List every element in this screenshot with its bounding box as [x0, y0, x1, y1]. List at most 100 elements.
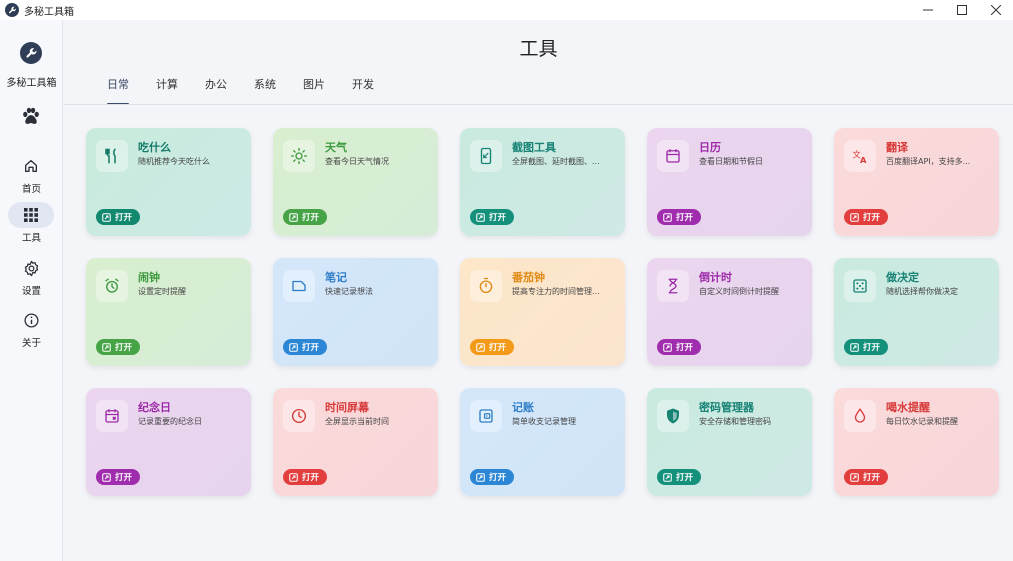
open-button[interactable]: 打开 [96, 469, 141, 485]
open-button[interactable]: 打开 [470, 469, 515, 485]
gear-icon [24, 260, 38, 276]
tool-card-title: 喝水提醒 [886, 401, 930, 414]
app-wrench-icon [5, 3, 19, 17]
tool-card[interactable]: 天气查看今日天气情况打开 [273, 128, 438, 236]
tool-card-title: 做决定 [886, 271, 919, 284]
tool-card[interactable]: 喝水提醒 每日饮水记录和提醒 打开 [834, 388, 999, 496]
svg-text:A: A [860, 155, 867, 165]
hourglass-icon [657, 270, 689, 302]
open-button[interactable]: 打开 [470, 339, 515, 355]
sun-icon [283, 140, 315, 172]
open-external-icon [663, 212, 672, 222]
tool-card[interactable]: 吃什么随机推荐今天吃什么打开 [86, 128, 251, 236]
open-external-icon [663, 342, 672, 352]
open-button[interactable]: 打开 [657, 209, 702, 225]
tool-card[interactable]: 日历 查看日期和节假日 打开 [647, 128, 812, 236]
open-button[interactable]: 打开 [657, 339, 702, 355]
sidebar-item-tools[interactable]: 工具 [0, 202, 63, 246]
tool-card[interactable]: 笔记 快速记录想法 打开 [273, 258, 438, 366]
tool-card[interactable]: 纪念日 记录重要的纪念日 打开 [86, 388, 251, 496]
maximize-button[interactable] [945, 0, 979, 20]
open-external-icon [663, 472, 672, 482]
main-content: 工具 日常 计算 办公 系统 图片 开发 吃什么 随机推荐今天吃什么 打开 天气 查看今… [64, 20, 1013, 561]
tool-card[interactable]: 密码管理器 安全存储和管理密码 打开 [647, 388, 812, 496]
open-button[interactable]: 打开 [283, 339, 328, 355]
tool-card-description: 自定义时间倒计时提醒 [699, 287, 779, 296]
screenshot-icon [470, 140, 502, 172]
open-button[interactable]: 打开 [283, 209, 328, 225]
tab-office[interactable]: 办公 [205, 76, 254, 106]
open-button-label: 打开 [676, 473, 694, 483]
tool-card[interactable]: 截图工具 全屏截图、延时截图、... 打开 [460, 128, 625, 236]
tool-card[interactable]: 闹钟 设置定时提醒 打开 [86, 258, 251, 366]
tool-card-description: 简单收支记录管理 [512, 417, 576, 426]
tool-grid: 吃什么 随机推荐今天吃什么 打开 天气 查看今日天气情况 打开 截图工具 全屏截图、延时截图、… [86, 128, 1000, 498]
tab-image[interactable]: 图片 [303, 76, 352, 106]
tool-card[interactable]: 倒计时自定义时间倒计时提醒打开 [647, 258, 812, 366]
timer-icon [470, 270, 502, 302]
tool-card-description: 查看今日天气情况 [325, 157, 389, 166]
open-external-icon [850, 342, 859, 352]
tool-card-title: 天气 [325, 141, 347, 154]
tool-card-title: 纪念日 [138, 401, 171, 414]
tab-daily[interactable]: 日常 [107, 76, 156, 106]
tool-card[interactable]: 记账简单收支记录管理打开 [460, 388, 625, 496]
tool-card-title: 密码管理器 [699, 401, 754, 414]
tool-card[interactable]: 番茄钟 提高专注力的时间管理... 打开 [460, 258, 625, 366]
tool-card[interactable]: 做决定 随机选择帮你做决定 打开 [834, 258, 999, 366]
open-button[interactable]: 打开 [844, 469, 889, 485]
open-button-label: 打开 [489, 213, 507, 223]
tool-card-title: 倒计时 [699, 271, 732, 284]
sidebar-item-settings[interactable]: 设置 [0, 255, 63, 299]
open-button[interactable]: 打开 [844, 209, 889, 225]
grid-icon [24, 208, 38, 222]
tool-card-title: 吃什么 [138, 141, 171, 154]
open-button-label: 打开 [302, 343, 320, 353]
open-button-label: 打开 [115, 343, 133, 353]
open-button[interactable]: 打开 [844, 339, 889, 355]
open-button-label: 打开 [676, 343, 694, 353]
calendar-icon [657, 140, 689, 172]
tool-card[interactable]: 时间屏幕全屏显示当前时间打开 [273, 388, 438, 496]
tool-card-description: 全屏截图、延时截图、... [512, 157, 600, 166]
open-button[interactable]: 打开 [657, 469, 702, 485]
paw-icon[interactable] [21, 107, 41, 129]
open-button[interactable]: 打开 [96, 339, 141, 355]
tab-system[interactable]: 系统 [254, 76, 303, 106]
tool-card-title: 时间屏幕 [325, 401, 369, 414]
open-button-label: 打开 [863, 213, 881, 223]
minimize-button[interactable] [911, 0, 945, 20]
open-button[interactable]: 打开 [96, 209, 141, 225]
sidebar-item-about[interactable]: 关于 [0, 307, 63, 351]
open-button-label: 打开 [302, 213, 320, 223]
open-button-label: 打开 [863, 343, 881, 353]
tool-card-title: 笔记 [325, 271, 347, 284]
tab-develop[interactable]: 开发 [352, 76, 401, 106]
shield-icon [657, 400, 689, 432]
close-button[interactable] [979, 0, 1013, 20]
tool-card-description: 随机推荐今天吃什么 [138, 157, 210, 166]
sidebar: 多秘工具箱 首页 工具 设置 关于 [0, 20, 63, 561]
sidebar-item-home[interactable]: 首页 [0, 153, 63, 197]
open-external-icon [102, 472, 111, 482]
open-external-icon [289, 472, 298, 482]
open-external-icon [850, 212, 859, 222]
tool-card-title: 记账 [512, 401, 534, 414]
event-icon [96, 400, 128, 432]
fork-knife-icon [96, 140, 128, 172]
translate-icon: 文A [844, 140, 876, 172]
dice-icon [844, 270, 876, 302]
tool-card[interactable]: 文 A 翻译 百度翻译API，支持多... 打开 [834, 128, 999, 236]
sidebar-item-label: 设置 [21, 286, 41, 297]
open-button[interactable]: 打开 [283, 469, 328, 485]
open-button-label: 打开 [489, 343, 507, 353]
tool-card-description: 全屏显示当前时间 [325, 417, 389, 426]
tool-card-description: 查看日期和节假日 [699, 157, 763, 166]
open-button-label: 打开 [115, 213, 133, 223]
tool-card-title: 闹钟 [138, 271, 160, 284]
page-title: 工具 [519, 38, 558, 60]
note-icon [283, 270, 315, 302]
open-external-icon [289, 212, 298, 222]
tab-calculate[interactable]: 计算 [156, 76, 205, 106]
open-button[interactable]: 打开 [470, 209, 515, 225]
